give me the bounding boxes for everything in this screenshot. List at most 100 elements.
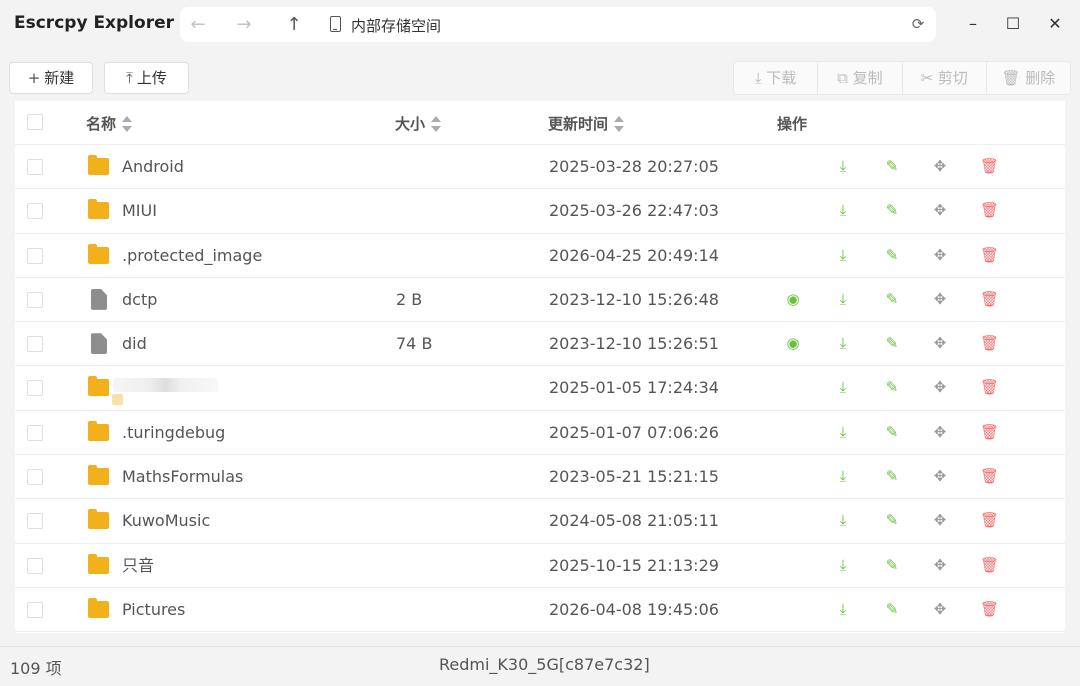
new-button[interactable]: + 新建 — [9, 62, 93, 94]
row-checkbox[interactable] — [27, 557, 43, 574]
edit-icon[interactable]: ✎ — [883, 157, 901, 175]
edit-icon[interactable]: ✎ — [883, 467, 901, 485]
trash-icon[interactable]: 🗑 — [980, 334, 999, 352]
table-row[interactable]: MIUI 2025-03-26 22:47:03 ⤓ ✎ ✥ 🗑 — [15, 189, 1065, 234]
address-bar[interactable]: ← → ↑ 内部存储空间 ⟳ — [180, 7, 936, 42]
row-checkbox[interactable] — [27, 601, 43, 618]
file-name[interactable]: .protected_image — [122, 234, 262, 277]
move-icon[interactable]: ✥ — [931, 157, 949, 175]
trash-icon[interactable]: 🗑 — [980, 423, 999, 441]
trash-icon[interactable]: 🗑 — [980, 511, 999, 529]
table-row[interactable]: 2025-01-05 17:24:34 ⤓ ✎ ✥ 🗑 — [15, 366, 1065, 411]
table-row[interactable]: 只音 2025-10-15 21:13:29 ⤓ ✎ ✥ 🗑 — [15, 544, 1065, 588]
download-button[interactable]: ⤓ 下载 — [734, 62, 819, 94]
sort-icon[interactable] — [431, 116, 442, 132]
header-name[interactable]: 名称 — [86, 113, 133, 134]
file-name[interactable]: MIUI — [122, 189, 157, 232]
trash-icon[interactable]: 🗑 — [980, 201, 999, 219]
edit-icon[interactable]: ✎ — [883, 290, 901, 308]
download-icon[interactable]: ⤓ — [834, 246, 852, 264]
row-checkbox[interactable] — [27, 291, 43, 308]
trash-icon[interactable]: 🗑 — [980, 246, 999, 264]
table-row[interactable]: Pictures 2026-04-08 19:45:06 ⤓ ✎ ✥ 🗑 — [15, 588, 1065, 633]
up-icon[interactable]: ↑ — [276, 7, 312, 42]
forward-icon[interactable]: → — [226, 7, 262, 42]
upload-button[interactable]: ⤒ 上传 — [104, 62, 189, 94]
table-row[interactable]: dctp 2 B 2023-12-10 15:26:48 ◉ ⤓ ✎ ✥ 🗑 — [15, 278, 1065, 323]
table-row[interactable]: .protected_image 2026-04-25 20:49:14 ⤓ ✎ ✥ 🗑 — [15, 234, 1065, 278]
download-icon[interactable]: ⤓ — [834, 290, 852, 308]
delete-button[interactable]: 🗑 删除 — [987, 62, 1070, 94]
move-icon[interactable]: ✥ — [931, 290, 949, 308]
row-checkbox[interactable] — [27, 159, 43, 175]
cut-button[interactable]: ✂ 剪切 — [903, 62, 987, 94]
select-all-checkbox[interactable] — [27, 114, 43, 130]
sort-icon[interactable] — [122, 116, 133, 132]
edit-icon[interactable]: ✎ — [883, 334, 901, 352]
file-name[interactable]: KuwoMusic — [122, 499, 210, 542]
row-checkbox[interactable] — [27, 203, 43, 220]
download-icon[interactable]: ⤓ — [834, 467, 852, 485]
trash-icon[interactable]: 🗑 — [980, 467, 999, 485]
edit-icon[interactable]: ✎ — [883, 423, 901, 441]
sort-icon[interactable] — [614, 116, 625, 132]
address-path[interactable]: 内部存储空间 — [351, 15, 441, 36]
download-icon[interactable]: ⤓ — [834, 423, 852, 441]
file-name[interactable]: did — [122, 322, 147, 365]
table-row[interactable]: Android 2025-03-28 20:27:05 ⤓ ✎ ✥ 🗑 — [15, 145, 1065, 190]
minimize-icon[interactable]: – — [953, 8, 993, 40]
edit-icon[interactable]: ✎ — [883, 378, 901, 396]
move-icon[interactable]: ✥ — [931, 556, 949, 574]
edit-icon[interactable]: ✎ — [883, 246, 901, 264]
file-name[interactable]: 只音 — [122, 544, 154, 587]
download-icon[interactable]: ⤓ — [834, 334, 852, 352]
row-checkbox[interactable] — [27, 424, 43, 441]
back-icon[interactable]: ← — [180, 7, 216, 42]
maximize-icon[interactable]: ☐ — [993, 8, 1033, 40]
header-size[interactable]: 大小 — [395, 113, 442, 134]
header-updated[interactable]: 更新时间 — [548, 113, 625, 134]
trash-icon[interactable]: 🗑 — [980, 600, 999, 618]
preview-icon[interactable]: ◉ — [784, 290, 802, 308]
move-icon[interactable]: ✥ — [931, 378, 949, 396]
move-icon[interactable]: ✥ — [931, 511, 949, 529]
table-row[interactable]: KuwoMusic 2024-05-08 21:05:11 ⤓ ✎ ✥ 🗑 — [15, 499, 1065, 544]
close-icon[interactable]: ✕ — [1035, 8, 1075, 40]
row-checkbox[interactable] — [27, 336, 43, 353]
download-icon[interactable]: ⤓ — [834, 157, 852, 175]
copy-button[interactable]: ⧉ 复制 — [818, 62, 903, 94]
edit-icon[interactable]: ✎ — [883, 511, 901, 529]
refresh-icon[interactable]: ⟳ — [908, 7, 928, 42]
file-name[interactable]: dctp — [122, 278, 157, 321]
row-checkbox[interactable] — [27, 513, 43, 530]
download-icon[interactable]: ⤓ — [834, 378, 852, 396]
move-icon[interactable]: ✥ — [931, 201, 949, 219]
download-icon[interactable]: ⤓ — [834, 201, 852, 219]
row-checkbox[interactable] — [27, 247, 43, 264]
move-icon[interactable]: ✥ — [931, 246, 949, 264]
download-icon[interactable]: ⤓ — [834, 600, 852, 618]
row-checkbox[interactable] — [27, 380, 43, 397]
preview-icon[interactable]: ◉ — [784, 334, 802, 352]
move-icon[interactable]: ✥ — [931, 423, 949, 441]
trash-icon[interactable]: 🗑 — [980, 378, 999, 396]
trash-icon[interactable]: 🗑 — [980, 157, 999, 175]
edit-icon[interactable]: ✎ — [883, 201, 901, 219]
edit-icon[interactable]: ✎ — [883, 600, 901, 618]
download-icon[interactable]: ⤓ — [834, 511, 852, 529]
download-icon[interactable]: ⤓ — [834, 556, 852, 574]
file-name[interactable]: Android — [122, 145, 184, 188]
file-name[interactable]: .turingdebug — [122, 411, 225, 454]
table-row[interactable]: MathsFormulas 2023-05-21 15:21:15 ⤓ ✎ ✥ 🗑 — [15, 455, 1065, 500]
table-row[interactable]: .turingdebug 2025-01-07 07:06:26 ⤓ ✎ ✥ 🗑 — [15, 411, 1065, 456]
edit-icon[interactable]: ✎ — [883, 556, 901, 574]
trash-icon[interactable]: 🗑 — [980, 290, 999, 308]
move-icon[interactable]: ✥ — [931, 334, 949, 352]
table-row[interactable]: did 74 B 2023-12-10 15:26:51 ◉ ⤓ ✎ ✥ 🗑 — [15, 322, 1065, 367]
move-icon[interactable]: ✥ — [931, 600, 949, 618]
file-name[interactable]: Pictures — [122, 588, 185, 631]
trash-icon[interactable]: 🗑 — [980, 556, 999, 574]
move-icon[interactable]: ✥ — [931, 467, 949, 485]
file-name[interactable]: MathsFormulas — [122, 455, 243, 498]
row-checkbox[interactable] — [27, 469, 43, 486]
